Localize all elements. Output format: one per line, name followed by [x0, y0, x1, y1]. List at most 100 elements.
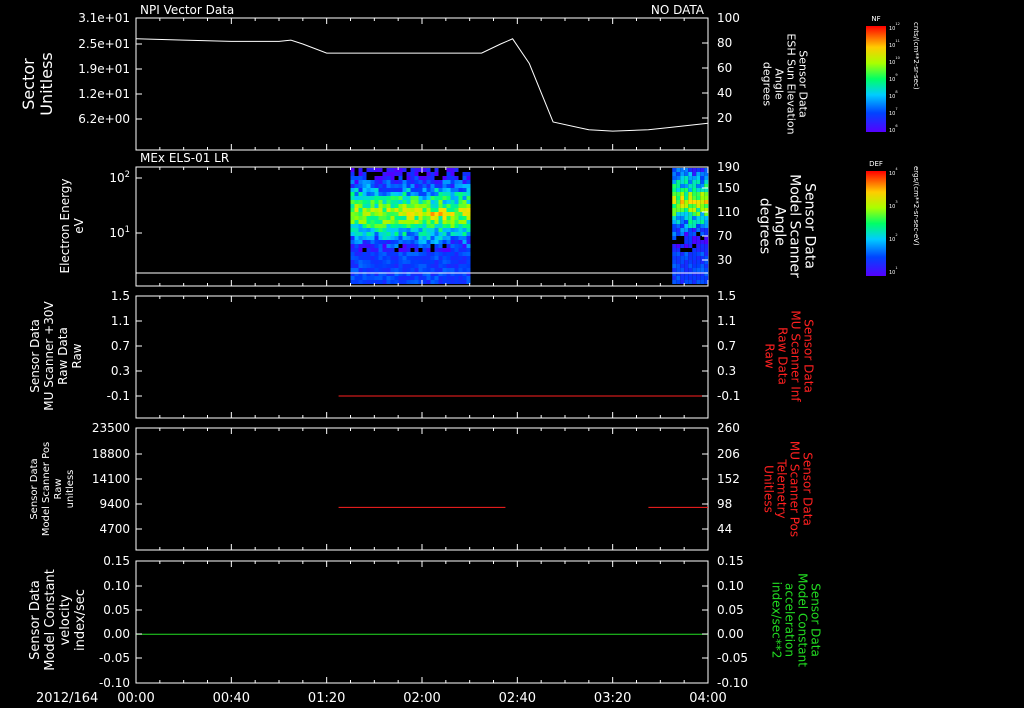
spectrogram-cell: [696, 256, 701, 260]
right-axis-label: degrees: [761, 62, 774, 107]
spectrogram-cell: [454, 200, 459, 204]
spectrogram-cell: [680, 172, 685, 176]
spectrogram-cell: [430, 276, 435, 280]
spectrogram-cell: [390, 188, 395, 192]
spectrogram-cell: [402, 168, 407, 172]
spectrogram-cell: [680, 188, 685, 192]
spectrogram-cell: [422, 248, 427, 252]
spectrogram-cell: [402, 184, 407, 188]
spectrogram-cell: [466, 224, 471, 228]
right-axis-labels: Sensor DataESH Sun ElevationAngledegrees…: [757, 33, 823, 667]
spectrogram-cell: [370, 188, 375, 192]
colorbar-tick-label: 102: [889, 233, 898, 243]
spectrogram-cell: [466, 232, 471, 236]
colorbar-tick-label: 1010: [889, 56, 900, 66]
spectrogram-cell: [680, 244, 685, 248]
spectrogram-cell: [434, 196, 439, 200]
spectrogram-cell: [378, 184, 383, 188]
spectrogram-cell: [414, 200, 419, 204]
spectrogram-cell: [426, 168, 431, 172]
spectrogram-cell: [382, 200, 387, 204]
panel-frame-mu-pos: [135, 427, 709, 551]
spectrogram-cell: [410, 168, 415, 172]
spectrogram-cell: [350, 196, 355, 200]
spectrogram-cell: [398, 212, 403, 216]
spectrogram-cell: [450, 236, 455, 240]
spectrogram-cell: [386, 244, 391, 248]
spectrogram-cell: [676, 180, 681, 184]
spectrogram-cell: [378, 176, 383, 180]
spectrogram-cell: [446, 180, 451, 184]
spectrogram-cell: [366, 240, 371, 244]
spectrogram-cell: [410, 208, 415, 212]
spectrogram-cell: [430, 224, 435, 228]
spectrogram-cell: [350, 268, 355, 272]
spectrogram-cell: [358, 204, 363, 208]
spectrogram-cell: [680, 212, 685, 216]
spectrogram-cell: [362, 184, 367, 188]
spectrogram-cell: [410, 244, 415, 248]
left-tick-label: 6.2e+00: [78, 112, 130, 126]
spectrogram-cell: [386, 208, 391, 212]
spectrogram-cell: [418, 184, 423, 188]
spectrogram-cell: [358, 268, 363, 272]
spectrogram-cell: [446, 220, 451, 224]
spectrogram-cell: [406, 248, 411, 252]
spectrogram-cell: [688, 260, 693, 264]
spectrogram-cell: [688, 192, 693, 196]
spectrogram-cell: [680, 232, 685, 236]
spectrogram-cell: [414, 188, 419, 192]
spectrogram-cell: [362, 244, 367, 248]
spectrogram-cell: [692, 276, 697, 280]
left-axis-label: Model Scanner Pos: [41, 442, 52, 536]
spectrogram-cell: [462, 232, 467, 236]
spectrogram-cell: [402, 232, 407, 236]
spectrogram-cell: [366, 276, 371, 280]
left-axis-label: Unitless: [37, 52, 56, 116]
spectrogram-cell: [676, 276, 681, 280]
spectrogram-cell: [466, 240, 471, 244]
spectrogram-cell: [450, 220, 455, 224]
spectrogram-cell: [382, 192, 387, 196]
spectrogram-cell: [688, 220, 693, 224]
spectrogram-cell: [382, 188, 387, 192]
spectrogram-cell: [358, 280, 363, 284]
spectrogram-cell: [426, 252, 431, 256]
right-tick-label: 1.1: [717, 314, 736, 328]
spectrogram-cell: [370, 264, 375, 268]
spectrogram-cell: [446, 276, 451, 280]
spectrogram-cell: [390, 248, 395, 252]
right-tick-label: -0.05: [717, 651, 748, 665]
spectrogram-cell: [700, 208, 705, 212]
spectrogram-cell: [680, 216, 685, 220]
spectrogram-cell: [394, 268, 399, 272]
spectrogram-cell: [426, 188, 431, 192]
spectrogram-cell: [406, 208, 411, 212]
spectrogram-cell: [418, 176, 423, 180]
spectrogram-cell: [458, 260, 463, 264]
spectrogram-cell: [454, 260, 459, 264]
spectrogram-cell: [442, 184, 447, 188]
spectrogram-cell: [350, 256, 355, 260]
left-tick-label: -0.10: [99, 676, 130, 690]
spectrogram-cell: [350, 224, 355, 228]
spectrogram-cell: [358, 172, 363, 176]
spectrogram-cell: [680, 224, 685, 228]
spectrogram-cell: [430, 192, 435, 196]
left-axis-labels: Sector Unitless Electron Energy eV Sensor Da…: [19, 52, 88, 671]
spectrogram-cell: [350, 280, 355, 284]
spectrogram-cell: [430, 212, 435, 216]
colorbar-tick-label: 1012: [889, 22, 900, 32]
spectrogram-cell: [382, 256, 387, 260]
spectrogram-cell: [398, 252, 403, 256]
spectrogram-cell: [394, 224, 399, 228]
spectrogram-cell: [462, 264, 467, 268]
spectrogram-cell: [362, 280, 367, 284]
spectrogram-cell: [434, 180, 439, 184]
spectrogram-cell: [454, 184, 459, 188]
spectrogram-cell: [454, 180, 459, 184]
spectrogram-cell: [398, 188, 403, 192]
spectrogram-cell: [426, 244, 431, 248]
spectrogram-cell: [362, 220, 367, 224]
spectrogram-cell: [688, 256, 693, 260]
